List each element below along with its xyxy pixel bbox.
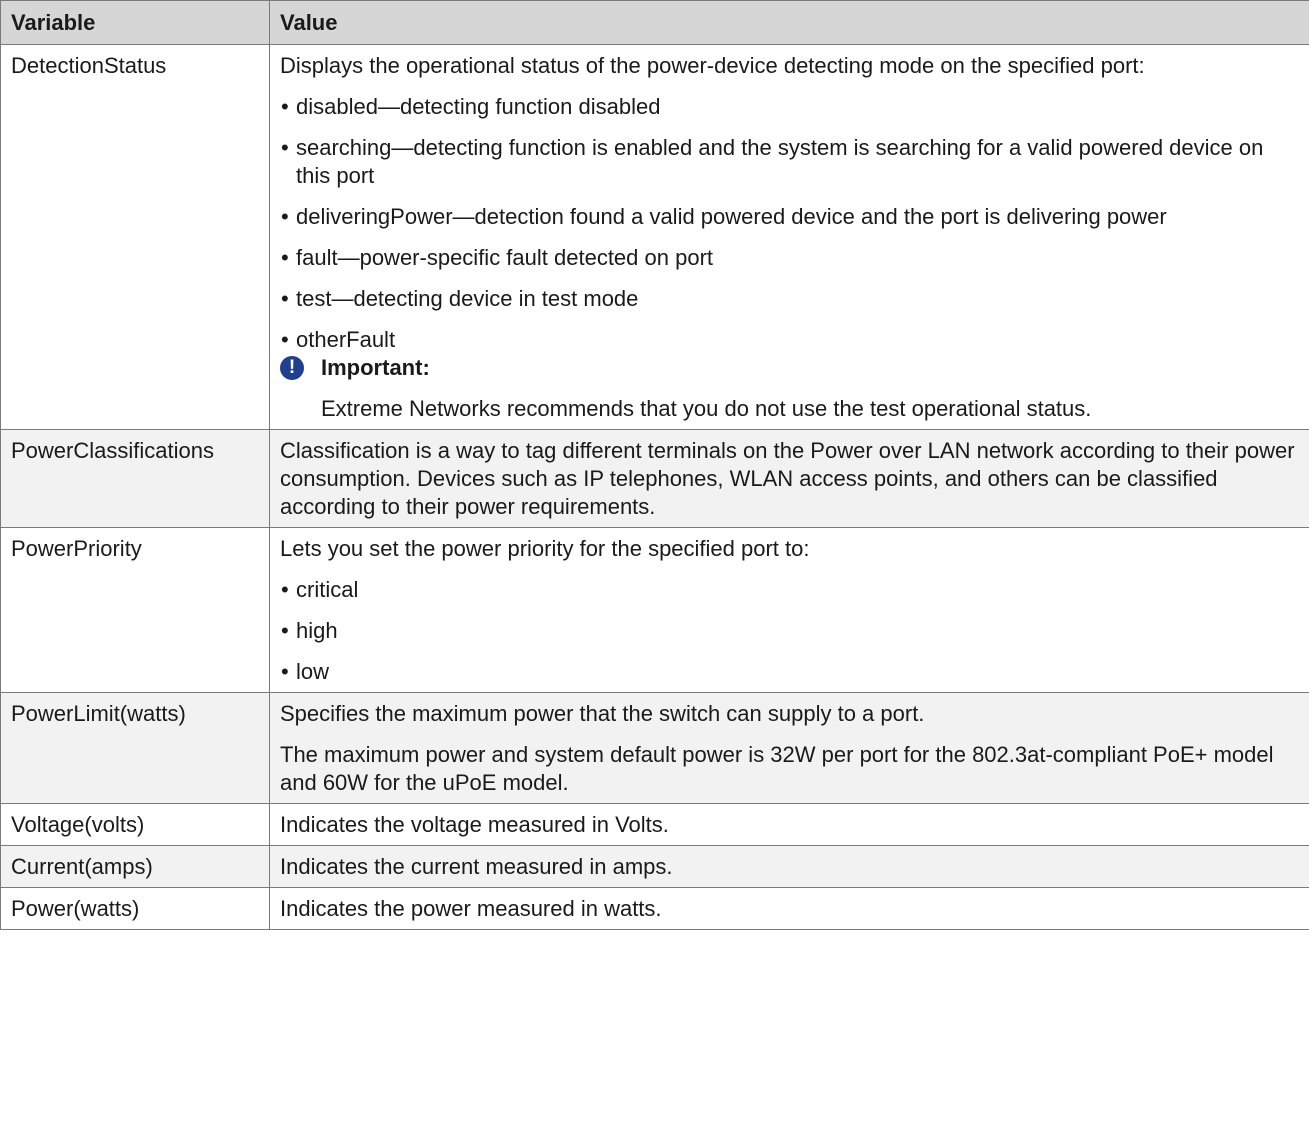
important-note: ! Important: Extreme Networks recommends… [280, 354, 1299, 423]
list-item: otherFault [280, 326, 1299, 354]
variable-name: Power(watts) [11, 896, 140, 921]
header-variable: Variable [0, 0, 270, 45]
list-item: fault—power-specific fault detected on p… [280, 244, 1299, 272]
value-cell: Classification is a way to tag different… [269, 429, 1309, 528]
variable-name: Current(amps) [11, 854, 153, 879]
value-text: Specifies the maximum power that the swi… [280, 701, 925, 726]
table-row: PowerClassifications Classification is a… [0, 429, 1309, 528]
list-item: deliveringPower—detection found a valid … [280, 203, 1299, 231]
variable-name: DetectionStatus [11, 53, 167, 78]
table-row: Current(amps) Indicates the current meas… [0, 845, 1309, 888]
variable-cell: PowerLimit(watts) [0, 692, 270, 804]
header-value: Value [269, 0, 1309, 45]
variable-name: PowerLimit(watts) [11, 701, 186, 726]
table-row: Power(watts) Indicates the power measure… [0, 887, 1309, 930]
table-row: Voltage(volts) Indicates the voltage mea… [0, 803, 1309, 846]
table-header-row: Variable Value [0, 0, 1309, 45]
value-cell: Specifies the maximum power that the swi… [269, 692, 1309, 804]
value-intro: Displays the operational status of the p… [280, 53, 1145, 78]
variable-cell: PowerPriority [0, 527, 270, 693]
variable-cell: Power(watts) [0, 887, 270, 930]
variable-cell: DetectionStatus [0, 44, 270, 430]
variable-name: Voltage(volts) [11, 812, 145, 837]
value-text: Indicates the power measured in watts. [280, 896, 662, 921]
value-cell: Indicates the power measured in watts. [269, 887, 1309, 930]
value-cell: Indicates the current measured in amps. [269, 845, 1309, 888]
list-item: high [280, 617, 1299, 645]
value-text: Indicates the current measured in amps. [280, 854, 673, 879]
value-cell: Lets you set the power priority for the … [269, 527, 1309, 693]
list-item: critical [280, 576, 1299, 604]
variable-name: PowerClassifications [11, 438, 214, 463]
variable-cell: PowerClassifications [0, 429, 270, 528]
value-text: Indicates the voltage measured in Volts. [280, 812, 669, 837]
list-item: test—detecting device in test mode [280, 285, 1299, 313]
list-item: disabled—detecting function disabled [280, 93, 1299, 121]
important-icon: ! [280, 356, 304, 380]
variable-cell: Voltage(volts) [0, 803, 270, 846]
variable-value-table: Variable Value DetectionStatus Displays … [0, 0, 1309, 930]
table-row: PowerPriority Lets you set the power pri… [0, 527, 1309, 693]
list-item: searching—detecting function is enabled … [280, 134, 1299, 190]
value-cell: Indicates the voltage measured in Volts. [269, 803, 1309, 846]
value-cell: Displays the operational status of the p… [269, 44, 1309, 430]
value-bullet-list: disabled—detecting function disabled sea… [280, 93, 1299, 354]
value-text: Classification is a way to tag different… [280, 438, 1295, 519]
value-bullet-list: critical high low [280, 576, 1299, 686]
variable-cell: Current(amps) [0, 845, 270, 888]
variable-name: PowerPriority [11, 536, 142, 561]
note-heading: ! Important: [280, 354, 1299, 382]
table-row: DetectionStatus Displays the operational… [0, 44, 1309, 430]
note-title: Important: [321, 355, 430, 380]
note-text: Extreme Networks recommends that you do … [321, 396, 1092, 421]
value-intro: Lets you set the power priority for the … [280, 536, 810, 561]
value-text-2: The maximum power and system default pow… [280, 742, 1274, 795]
list-item: low [280, 658, 1299, 686]
table-row: PowerLimit(watts) Specifies the maximum … [0, 692, 1309, 804]
